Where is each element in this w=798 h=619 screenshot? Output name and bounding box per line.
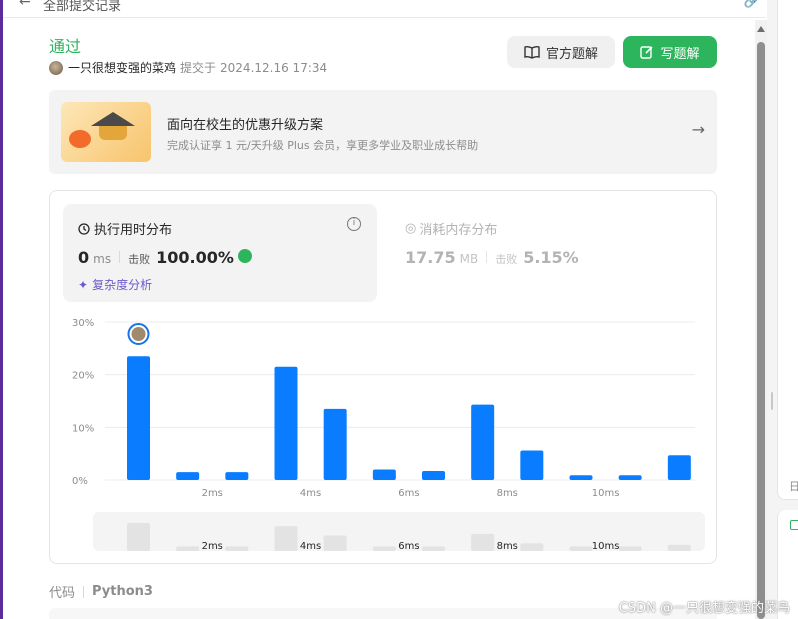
link-icon[interactable]: 🔗 <box>744 0 760 9</box>
submitted-prefix: 提交于 <box>180 61 217 75</box>
x-tick-label: 2ms <box>202 488 223 499</box>
minimap-bar <box>569 546 593 551</box>
official-solution-button[interactable]: 官方题解 <box>507 36 615 68</box>
bar <box>520 450 544 480</box>
code-label: 代码 <box>49 586 76 601</box>
minimap-tick-label: 6ms <box>398 541 419 552</box>
official-solution-label: 官方题解 <box>545 46 598 62</box>
y-tick-label: 30% <box>72 318 94 329</box>
minimap-bar <box>225 546 249 551</box>
bar <box>569 475 593 480</box>
graduation-cap-illustration <box>61 102 151 162</box>
arrow-right-icon[interactable]: → <box>692 120 705 139</box>
minimap-tick-label: 8ms <box>497 541 518 552</box>
code-block <box>49 608 717 619</box>
x-tick-label: 8ms <box>497 488 518 499</box>
x-tick-label: 6ms <box>398 488 419 499</box>
arrow-left-icon[interactable]: ← <box>19 0 31 10</box>
write-solution-label: 写题解 <box>660 46 700 62</box>
runtime-distribution-chart[interactable]: 30% 20% 10% 0% 2ms 4ms 6ms 8ms 10ms 2ms 4ms 6ms 8ms 1… <box>50 191 718 565</box>
edit-icon <box>640 46 654 59</box>
promo-subtitle: 完成认证享 1 元/天升级 Plus 会员，享更多学业及职业成长帮助 <box>167 139 479 152</box>
bar <box>372 469 396 480</box>
minimap-bar <box>618 546 642 551</box>
minimap-bar <box>127 523 150 551</box>
y-tick-label: 10% <box>72 423 94 434</box>
book-icon <box>524 45 540 59</box>
window-left-edge <box>0 0 3 619</box>
avatar[interactable] <box>49 60 63 75</box>
minimap-bar <box>667 544 691 551</box>
promo-banner[interactable]: 面向在校生的优惠升级方案 完成认证享 1 元/天升级 Plus 会员，享更多学业… <box>49 90 717 174</box>
x-tick-label: 4ms <box>300 488 321 499</box>
right-panel: Py 日 <box>767 0 798 619</box>
bar <box>667 455 691 480</box>
submitter-info: 一只很想变强的菜鸡 提交于 2024.12.16 17:34 <box>49 59 327 76</box>
y-tick-label: 0% <box>72 476 88 487</box>
vertical-scrollbar[interactable] <box>755 20 767 619</box>
submitted-time: 2024.12.16 17:34 <box>220 60 328 75</box>
divider <box>83 585 85 598</box>
back-link-label[interactable]: 全部提交记录 <box>43 0 121 14</box>
code-language: Python3 <box>92 584 153 599</box>
bar <box>471 404 495 480</box>
bar <box>323 408 347 480</box>
bar <box>274 366 298 480</box>
minimap-bar <box>323 535 347 551</box>
right-panel-text: 日 <box>789 480 798 493</box>
minimap-bar <box>372 546 396 551</box>
avatar-marker-icon <box>131 327 146 341</box>
minimap-bar <box>520 543 544 551</box>
bar <box>422 471 445 480</box>
checkbox-icon <box>790 520 798 530</box>
minimap-bar <box>471 533 495 551</box>
x-tick-label: 10ms <box>592 488 620 499</box>
minimap-bar <box>422 546 445 551</box>
submission-status: 通过 <box>49 37 82 56</box>
scroll-up-icon[interactable] <box>757 26 765 32</box>
minimap-tick-label: 2ms <box>202 541 223 552</box>
minimap-bar <box>176 546 200 551</box>
performance-card: 执行用时分布 i 0 ms 击败 100.00% ✦ 复杂度分析 ◎ 消耗内存分… <box>49 190 717 564</box>
write-solution-button[interactable]: 写题解 <box>623 36 717 68</box>
bar <box>176 472 200 480</box>
watermark: CSDN @一只很想变强的菜鸟 <box>618 601 790 616</box>
scrollbar-thumb[interactable] <box>757 42 765 619</box>
minimap-tick-label: 4ms <box>300 541 321 552</box>
resize-handle[interactable] <box>771 392 773 410</box>
header-bar: ← 全部提交记录 🔗 <box>3 0 766 18</box>
bar <box>127 356 150 480</box>
user-name[interactable]: 一只很想变强的菜鸡 <box>68 59 176 76</box>
bar <box>618 475 642 480</box>
bar <box>225 472 249 480</box>
minimap-bar <box>274 526 298 551</box>
code-header: 代码 Python3 <box>49 582 153 601</box>
right-panel-editor[interactable]: Py <box>777 0 798 500</box>
promo-title: 面向在校生的优惠升级方案 <box>167 118 324 133</box>
minimap-tick-label: 10ms <box>592 541 620 552</box>
y-tick-label: 20% <box>72 371 94 382</box>
